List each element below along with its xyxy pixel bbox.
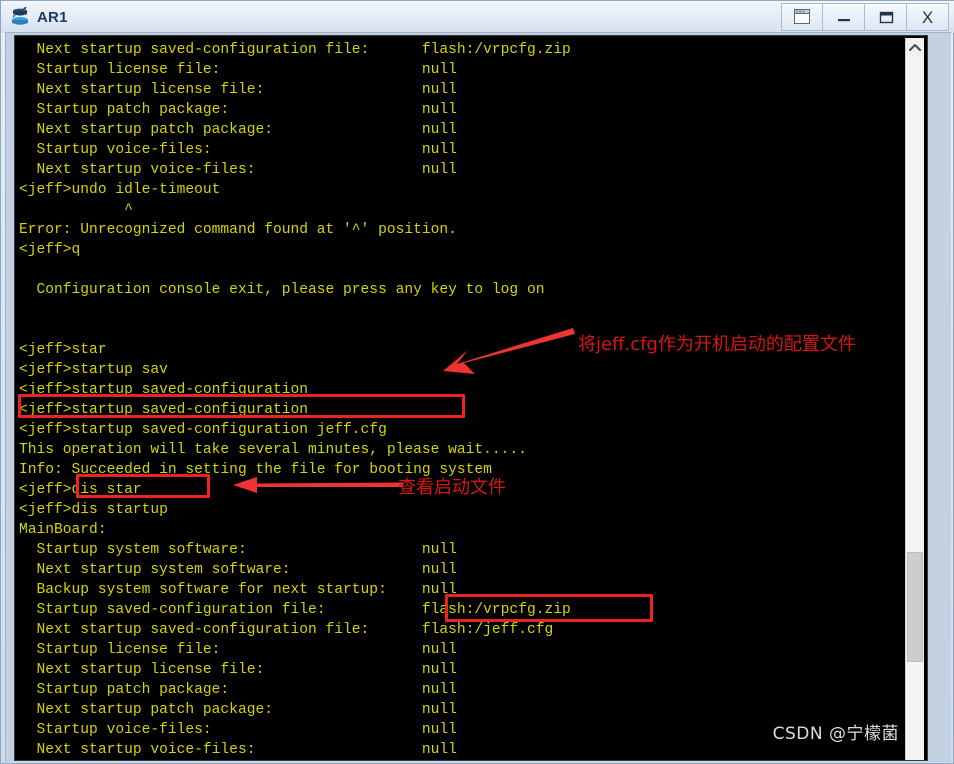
console-line: <jeff>undo idle-timeout (19, 182, 221, 198)
scroll-up-button[interactable] (906, 38, 924, 56)
console-line: <jeff>startup sav (19, 362, 168, 378)
console-line: <jeff>star (19, 342, 107, 358)
console-line: Startup saved-configuration file: flash:… (19, 602, 571, 618)
terminal-panel[interactable]: Next startup saved-configuration file: f… (14, 35, 928, 761)
console-line: Startup license file: null (19, 642, 457, 658)
maximize-button[interactable] (865, 3, 907, 31)
console-line: ^ (19, 202, 133, 218)
console-line: <jeff>startup saved-configuration (19, 382, 309, 398)
console-line: Next startup system software: null (19, 562, 457, 578)
console-line: Next startup patch package: null (19, 702, 457, 718)
router-icon (9, 6, 31, 28)
window-restore-icon (794, 9, 810, 24)
console-line: Startup patch package: null (19, 102, 457, 118)
console-line: Next startup license file: null (19, 662, 457, 678)
console-line: MainBoard: (19, 522, 107, 538)
close-icon: X (921, 7, 934, 27)
console-line: <jeff>dis startup (19, 502, 168, 518)
window-controls: X (781, 3, 949, 31)
console-line: <jeff> (19, 760, 928, 761)
chevron-up-icon (909, 43, 921, 51)
scrollbar-thumb[interactable] (907, 552, 923, 662)
window-title: AR1 (37, 8, 68, 26)
console-line: <jeff>startup saved-configuration (19, 402, 309, 418)
watermark: CSDN @宁檬菌 (772, 724, 899, 744)
restore-window-button[interactable] (781, 3, 823, 31)
console-line: Startup voice-files: null (19, 142, 457, 158)
console-line: Startup patch package: null (19, 682, 457, 698)
maximize-icon (879, 11, 893, 24)
console-line: Configuration console exit, please press… (19, 282, 545, 298)
console-line: Next startup saved-configuration file: f… (19, 622, 554, 638)
console-line: Info: Succeeded in setting the file for … (19, 462, 492, 478)
minimize-button[interactable] (823, 3, 865, 31)
titlebar-left-group: AR1 (9, 1, 68, 33)
window-titlebar[interactable]: AR1 X (1, 1, 954, 33)
terminal-frame: Next startup saved-configuration file: f… (5, 32, 951, 762)
console-line: Error: Unrecognized command found at '^'… (19, 222, 457, 238)
console-line: Next startup license file: null (19, 82, 457, 98)
console-line: Next startup saved-configuration file: f… (19, 42, 571, 58)
minimize-icon (837, 19, 850, 22)
close-button[interactable]: X (907, 3, 949, 31)
console-line: This operation will take several minutes… (19, 442, 527, 458)
console-line: <jeff>q (19, 242, 81, 258)
console-line: Startup license file: null (19, 62, 457, 78)
terminal-scrollbar[interactable] (905, 38, 924, 760)
console-line: <jeff>dis star (19, 482, 142, 498)
console-line: Backup system software for next startup:… (19, 582, 457, 598)
console-line: Next startup voice-files: null (19, 162, 457, 178)
scrollbar-track[interactable] (906, 56, 924, 760)
console-line: Next startup patch package: null (19, 122, 457, 138)
console-line: <jeff>startup saved-configuration jeff.c… (19, 422, 387, 438)
console-line: Startup system software: null (19, 542, 457, 558)
emulator-window: AR1 X Next startup saved-configuration f… (0, 0, 954, 764)
console-output: Next startup saved-configuration file: f… (15, 36, 928, 761)
